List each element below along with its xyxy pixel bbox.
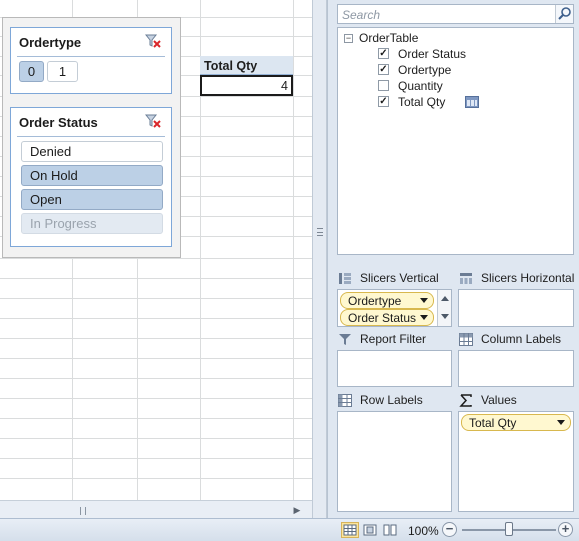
slicer-ordertype[interactable]: Ordertype 0 1 — [10, 27, 172, 94]
column-labels-dropzone[interactable] — [458, 350, 574, 387]
slicers-horizontal-icon — [460, 273, 472, 284]
field-label: Quantity — [398, 79, 443, 93]
area-chip-ordertype[interactable]: Ordertype — [340, 292, 434, 309]
page-break-view-button[interactable] — [381, 522, 399, 538]
status-bar: 100% − + — [0, 518, 579, 541]
table-node[interactable]: OrderTable — [359, 31, 418, 45]
dropdown-arrow-icon[interactable] — [420, 298, 428, 303]
slicers-vertical-icon — [339, 273, 351, 284]
sigma-icon — [459, 394, 472, 407]
dropdown-arrow-icon[interactable] — [557, 420, 565, 425]
gridline — [0, 278, 312, 279]
gridline — [0, 458, 312, 459]
row-labels-dropzone[interactable] — [337, 411, 452, 512]
slicer-order-status[interactable]: Order Status Denied On Hold Open In Prog… — [10, 107, 172, 247]
values-dropzone[interactable]: Total Qty — [458, 411, 574, 512]
area-label: Slicers Vertical — [360, 271, 439, 285]
slicer-item-denied[interactable]: Denied — [21, 141, 163, 162]
field-label: Ordertype — [398, 63, 452, 77]
page-layout-icon — [363, 524, 377, 536]
field-search[interactable]: Search — [337, 4, 574, 24]
splitter-grip-icon[interactable] — [317, 228, 323, 236]
gridline — [0, 298, 312, 299]
collapse-icon[interactable]: − — [344, 34, 353, 43]
checkbox-checked-icon[interactable]: ✓ — [378, 96, 389, 107]
gridline — [0, 258, 312, 259]
zoom-out-button[interactable]: − — [442, 522, 457, 537]
scroll-right-icon[interactable]: ▶ — [290, 503, 304, 517]
column-labels-icon — [459, 333, 473, 346]
slicer-title: Order Status — [19, 115, 98, 130]
calculated-measure-icon — [465, 96, 479, 108]
filter-icon — [339, 334, 351, 345]
slicer-divider — [17, 136, 165, 137]
slicer-item-on-hold[interactable]: On Hold — [21, 165, 163, 186]
slicer-group[interactable]: Ordertype 0 1 Order Status Denied On Hol… — [2, 17, 181, 258]
scroll-grip-icon[interactable] — [80, 507, 86, 515]
area-label: Values — [481, 393, 517, 407]
clear-filter-icon[interactable] — [145, 34, 161, 48]
zoom-in-button[interactable]: + — [558, 522, 573, 537]
field-label: Order Status — [398, 47, 467, 61]
worksheet-grid[interactable]: Ordertype 0 1 Order Status Denied On Hol… — [0, 0, 312, 500]
zoom-slider-thumb[interactable] — [505, 522, 513, 536]
search-button[interactable] — [555, 5, 573, 23]
area-label: Report Filter — [360, 332, 427, 346]
normal-view-button[interactable] — [341, 522, 359, 538]
gridline — [0, 358, 312, 359]
row-labels-icon — [338, 394, 352, 407]
scroll-down-icon[interactable] — [441, 314, 449, 319]
clear-filter-icon[interactable] — [145, 114, 161, 128]
page-layout-view-button[interactable] — [361, 522, 379, 538]
scroll-up-icon[interactable] — [441, 296, 449, 301]
checkbox-checked-icon[interactable]: ✓ — [378, 64, 389, 75]
dropdown-arrow-icon[interactable] — [420, 315, 428, 320]
gridline — [0, 338, 312, 339]
page-break-icon — [383, 524, 397, 536]
slicer-item-0[interactable]: 0 — [19, 61, 44, 82]
area-label: Column Labels — [481, 332, 562, 346]
area-chip-order-status[interactable]: Order Status — [340, 309, 434, 326]
area-label: Row Labels — [360, 393, 423, 407]
pivot-field-list: Search − OrderTable ✓ Order Status ✓ Ord… — [327, 0, 579, 518]
report-filter-dropzone[interactable] — [337, 350, 452, 387]
field-tree[interactable]: − OrderTable ✓ Order Status ✓ Ordertype … — [337, 27, 574, 255]
search-input[interactable]: Search — [342, 8, 380, 22]
field-label: Total Qty — [398, 95, 446, 109]
gridline — [0, 438, 312, 439]
horizontal-scrollbar[interactable]: ▶ — [0, 500, 312, 518]
checkbox-unchecked-icon[interactable] — [378, 80, 389, 91]
slicer-divider — [17, 56, 165, 57]
pivot-value-cell[interactable]: 4 — [200, 75, 293, 96]
gridline — [0, 418, 312, 419]
chip-label: Order Status — [348, 311, 417, 325]
area-chip-total-qty[interactable]: Total Qty — [461, 414, 571, 431]
search-icon — [558, 7, 571, 20]
chip-label: Ordertype — [348, 294, 402, 308]
gridline — [0, 398, 312, 399]
chip-label: Total Qty — [469, 416, 517, 430]
slicer-item-open[interactable]: Open — [21, 189, 163, 210]
gridline — [0, 478, 312, 479]
pane-splitter[interactable] — [312, 0, 327, 518]
slicer-title: Ordertype — [19, 35, 82, 50]
gridline — [0, 378, 312, 379]
slicers-horizontal-dropzone[interactable] — [458, 289, 574, 327]
dropzone-scrollbar[interactable] — [437, 290, 451, 326]
slicer-item-in-progress[interactable]: In Progress — [21, 213, 163, 234]
slicer-item-1[interactable]: 1 — [47, 61, 78, 82]
zoom-level[interactable]: 100% — [408, 524, 439, 538]
grid-view-icon — [343, 524, 357, 536]
checkbox-checked-icon[interactable]: ✓ — [378, 48, 389, 59]
pivot-value-header[interactable]: Total Qty — [200, 56, 293, 75]
gridline — [0, 318, 312, 319]
area-label: Slicers Horizontal — [481, 271, 575, 285]
slicers-vertical-dropzone[interactable]: Ordertype Order Status — [337, 289, 452, 327]
